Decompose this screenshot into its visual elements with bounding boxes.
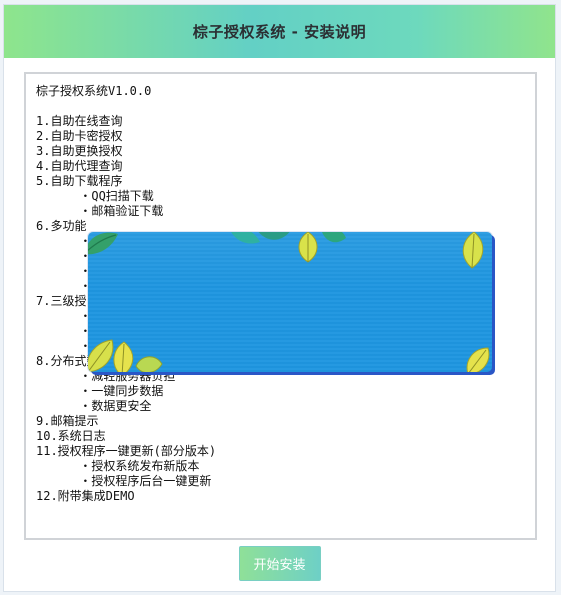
readme-line: 5.自助下载程序 — [36, 174, 123, 188]
leaf-icon — [466, 347, 490, 372]
leaf-icon — [462, 232, 484, 269]
page-title-text: 棕子授权系统 - 安装说明 — [192, 23, 367, 41]
start-install-button[interactable]: 开始安装 — [238, 546, 321, 581]
readme-line: 2.自助卡密授权 — [36, 129, 123, 143]
readme-line: ・一键同步数据 — [36, 384, 164, 398]
readme-line: 10.系统日志 — [36, 429, 106, 443]
readme-line: ・授权系统发布新版本 — [36, 459, 200, 473]
installer-panel: 棕子授权系统 - 安装说明 棕子授权系统V1.0.0 1.自助在线查询 2.自助卡密… — [3, 4, 556, 592]
readme-line: ・授权程序后台一键更新 — [36, 474, 212, 488]
footer-bar: 开始安装 — [4, 546, 555, 581]
readme-line: 3.自助更换授权 — [36, 144, 123, 158]
readme-textarea[interactable]: 棕子授权系统V1.0.0 1.自助在线查询 2.自助卡密授权 3.自助更换授权 4.自助… — [24, 72, 537, 540]
leaf-icon — [298, 232, 318, 263]
readme-line: 棕子授权系统V1.0.0 — [36, 84, 152, 98]
leaf-icon — [135, 356, 163, 372]
page-title: 棕子授权系统 - 安装说明 — [4, 5, 555, 58]
readme-line — [36, 99, 529, 114]
popup-banner — [88, 232, 492, 372]
popup-banner-texture — [88, 232, 492, 372]
readme-line: 1.自助在线查询 — [36, 114, 123, 128]
readme-line: 12.附带集成DEMO — [36, 489, 135, 503]
readme-line: 9.邮箱提示 — [36, 414, 99, 428]
leaf-icon — [88, 232, 118, 255]
readme-line: 4.自助代理查询 — [36, 159, 123, 173]
readme-line: ・QQ扫描下载 — [36, 189, 154, 203]
readme-line: ・数据更安全 — [36, 399, 152, 413]
readme-line: 11.授权程序一键更新(部分版本) — [36, 444, 217, 458]
leaf-icon — [322, 232, 346, 243]
leaf-icon — [258, 232, 290, 240]
readme-line: ・邮箱验证下载 — [36, 204, 164, 218]
